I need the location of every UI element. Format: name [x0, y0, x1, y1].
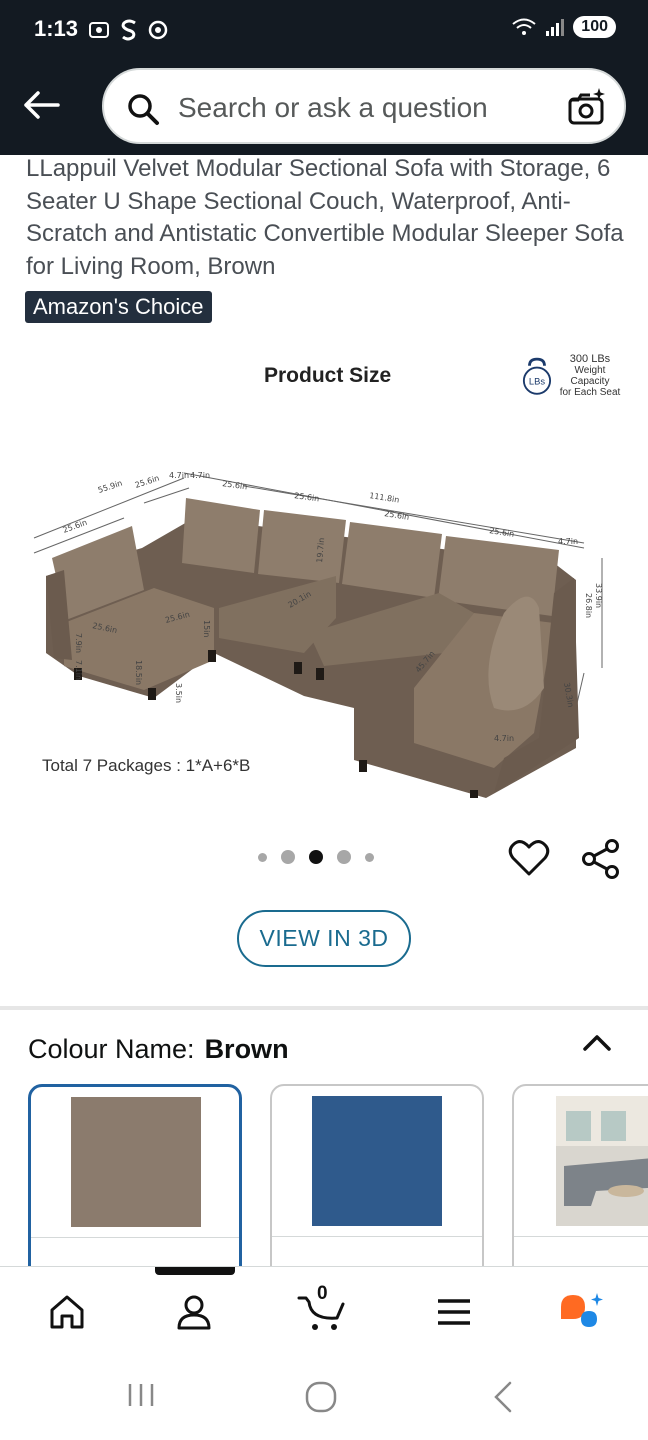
- dim-label: 25.6in: [222, 479, 248, 491]
- dim-label: 26.8in: [584, 593, 593, 618]
- sofa-illustration: 55.9in 25.6in 4.7in 4.7in 25.6in 25.6in …: [33, 471, 603, 798]
- home-circle-icon: [305, 1381, 337, 1413]
- dim-label: 25.6in: [62, 518, 89, 535]
- colour-swatch-blue[interactable]: [270, 1084, 484, 1284]
- heart-icon: [508, 840, 550, 876]
- weight-caption-2: for Each Seat: [559, 387, 621, 398]
- product-title[interactable]: LLappuil Velvet Modular Sectional Sofa w…: [26, 153, 626, 283]
- colour-swatch-grey[interactable]: [512, 1084, 648, 1284]
- nav-rufus[interactable]: [556, 1289, 610, 1335]
- s-app-icon: [121, 19, 136, 41]
- account-icon: [177, 1295, 211, 1330]
- product-image[interactable]: Product Size LBs 300 LBs Weight Capacity…: [24, 348, 624, 798]
- weight-caption-1: Weight Capacity: [570, 365, 610, 387]
- system-navigation-bar: [0, 1354, 648, 1440]
- kettlebell-label: LBs: [529, 376, 545, 386]
- kettlebell-icon: LBs: [522, 357, 552, 395]
- collapse-colour-button[interactable]: [580, 1030, 614, 1059]
- status-notifications: [88, 18, 168, 42]
- dim-label: 25.6in: [134, 474, 161, 490]
- wifi-icon: [512, 18, 536, 35]
- weight-value: 300 LBs: [569, 353, 611, 365]
- recent-apps-button[interactable]: [126, 1380, 156, 1415]
- nav-home[interactable]: [44, 1289, 90, 1335]
- swatch-image: [71, 1097, 201, 1227]
- menu-icon: [438, 1299, 470, 1325]
- app-header: [0, 60, 648, 155]
- dim-label: 3.5in: [174, 683, 183, 703]
- active-tab-indicator: [155, 1267, 235, 1275]
- colour-value: Brown: [204, 1034, 289, 1064]
- dim-label: 25.6in: [294, 491, 320, 503]
- chevron-up-icon: [583, 1035, 611, 1051]
- system-back-button[interactable]: [488, 1380, 518, 1419]
- swatch-divider: [514, 1236, 648, 1237]
- home-icon: [50, 1295, 84, 1329]
- dim-label: 33.9in: [594, 583, 603, 608]
- battery-indicator: 100: [573, 16, 616, 38]
- carousel-dot[interactable]: [337, 850, 351, 864]
- swatch-divider: [31, 1237, 239, 1238]
- nav-cart[interactable]: 0: [296, 1283, 350, 1335]
- colour-name-label: Colour Name: Brown: [28, 1034, 289, 1065]
- swatch-image: [312, 1096, 442, 1226]
- search-icon: [128, 94, 159, 125]
- weight-capacity-text: 300 LBs Weight Capacity for Each Seat: [556, 353, 624, 399]
- share-button[interactable]: [580, 838, 622, 885]
- dim-label: 4.7in: [169, 471, 189, 480]
- swatch-image: [556, 1096, 648, 1226]
- dim-label: 18.5in: [134, 660, 143, 685]
- image-carousel-dots[interactable]: [258, 850, 374, 864]
- back-arrow-icon: [24, 91, 60, 119]
- share-icon: [582, 839, 619, 879]
- section-divider: [0, 1006, 648, 1010]
- nav-account[interactable]: [171, 1289, 217, 1335]
- packages-text: Total 7 Packages : 1*A+6*B: [42, 756, 251, 775]
- add-to-wishlist-button[interactable]: [508, 838, 550, 883]
- carousel-dot[interactable]: [258, 852, 267, 862]
- dim-label: 7.1in: [74, 660, 83, 680]
- colour-label-text: Colour Name:: [28, 1034, 195, 1064]
- home-system-button[interactable]: [304, 1380, 338, 1419]
- dim-label: 4.7in: [190, 471, 210, 480]
- chevron-left-icon: [494, 1381, 512, 1413]
- dim-label: 7.9in: [74, 633, 83, 653]
- status-time: 1:13: [34, 16, 79, 41]
- dim-label: 111.8in: [369, 491, 400, 505]
- recent-apps-icon: [128, 1384, 154, 1406]
- dim-label: 25.6in: [489, 526, 515, 539]
- carousel-dot[interactable]: [281, 850, 295, 864]
- rufus-icon: [561, 1293, 603, 1327]
- dim-label: 25.6in: [384, 509, 410, 522]
- dim-label: 4.7in: [558, 537, 578, 546]
- search-input[interactable]: [178, 88, 558, 128]
- image-title: Product Size: [264, 364, 392, 387]
- screenshot-icon: [89, 22, 109, 38]
- weight-capacity-badge: LBs 300 LBs Weight Capacity for Each Sea…: [522, 354, 624, 398]
- dim-label: 4.7in: [494, 734, 514, 743]
- search-bar[interactable]: [102, 68, 626, 144]
- carousel-dot[interactable]: [365, 852, 374, 862]
- swatch-divider: [272, 1236, 482, 1237]
- camera-search-icon[interactable]: [566, 86, 608, 128]
- dim-label: 15in: [202, 620, 211, 637]
- colour-swatch-brown[interactable]: [28, 1084, 242, 1284]
- nav-menu[interactable]: [434, 1289, 474, 1335]
- bottom-navigation: 0: [0, 1266, 648, 1354]
- view-in-3d-button[interactable]: VIEW IN 3D: [237, 910, 411, 967]
- status-bar: 1:13 100: [0, 0, 648, 60]
- back-button[interactable]: [18, 82, 64, 128]
- status-system: 100: [511, 16, 616, 38]
- chrome-icon: [148, 20, 168, 40]
- carousel-dot-active[interactable]: [309, 850, 323, 864]
- dim-label: 55.9in: [97, 479, 124, 495]
- cart-count: 0: [317, 1283, 328, 1304]
- signal-icon: [546, 19, 565, 36]
- amazons-choice-badge[interactable]: Amazon's Choice: [25, 291, 212, 323]
